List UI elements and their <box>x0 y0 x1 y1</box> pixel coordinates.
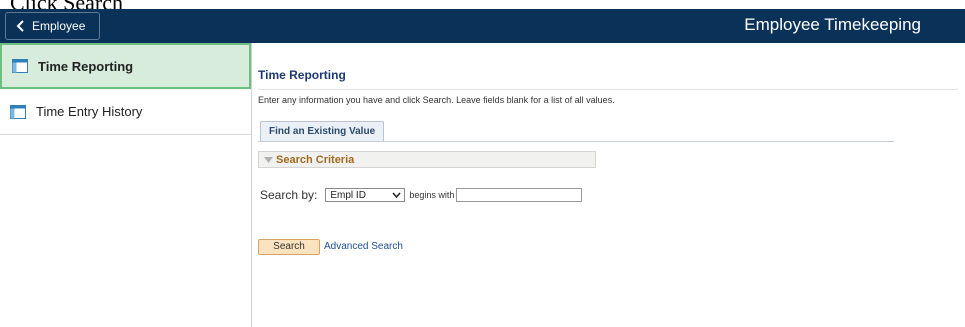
search-criteria-toggle[interactable]: Search Criteria <box>258 151 596 168</box>
app-header: Employee Employee Timekeeping <box>0 9 965 43</box>
search-criteria-label: Search Criteria <box>276 153 355 166</box>
search-field-value: Empl ID <box>330 190 366 201</box>
search-row: Search by: Empl ID begins with <box>260 188 583 202</box>
advanced-search-link[interactable]: Advanced Search <box>324 241 403 252</box>
operator-label: begins with <box>409 190 455 200</box>
page-icon <box>12 59 28 73</box>
search-button[interactable]: Search <box>258 239 320 255</box>
sidebar-item-time-entry-history[interactable]: Time Entry History <box>0 89 251 135</box>
page-icon <box>10 104 26 119</box>
title-divider <box>258 89 958 90</box>
chevron-down-icon <box>392 192 401 198</box>
sidebar-item-time-reporting[interactable]: Time Reporting <box>0 43 251 89</box>
sidebar: Time Reporting Time Entry History <box>0 43 252 327</box>
triangle-down-icon <box>264 156 273 163</box>
search-by-label: Search by: <box>260 188 318 202</box>
back-button[interactable]: Employee <box>5 12 100 40</box>
search-value-input[interactable] <box>456 188 583 202</box>
search-field-select[interactable]: Empl ID <box>325 188 406 202</box>
top-caption: Click Search <box>10 0 123 9</box>
back-button-label: Employee <box>32 19 86 33</box>
chevron-left-icon <box>16 20 24 32</box>
sidebar-item-label: Time Entry History <box>36 104 143 119</box>
tab-find-existing-value[interactable]: Find an Existing Value <box>260 121 385 142</box>
page-header-title: Employee Timekeeping <box>744 15 921 34</box>
sidebar-item-label: Time Reporting <box>38 58 134 74</box>
page-title: Time Reporting <box>258 68 346 82</box>
instructions-text: Enter any information you have and click… <box>258 95 615 105</box>
tab-divider <box>258 141 894 142</box>
